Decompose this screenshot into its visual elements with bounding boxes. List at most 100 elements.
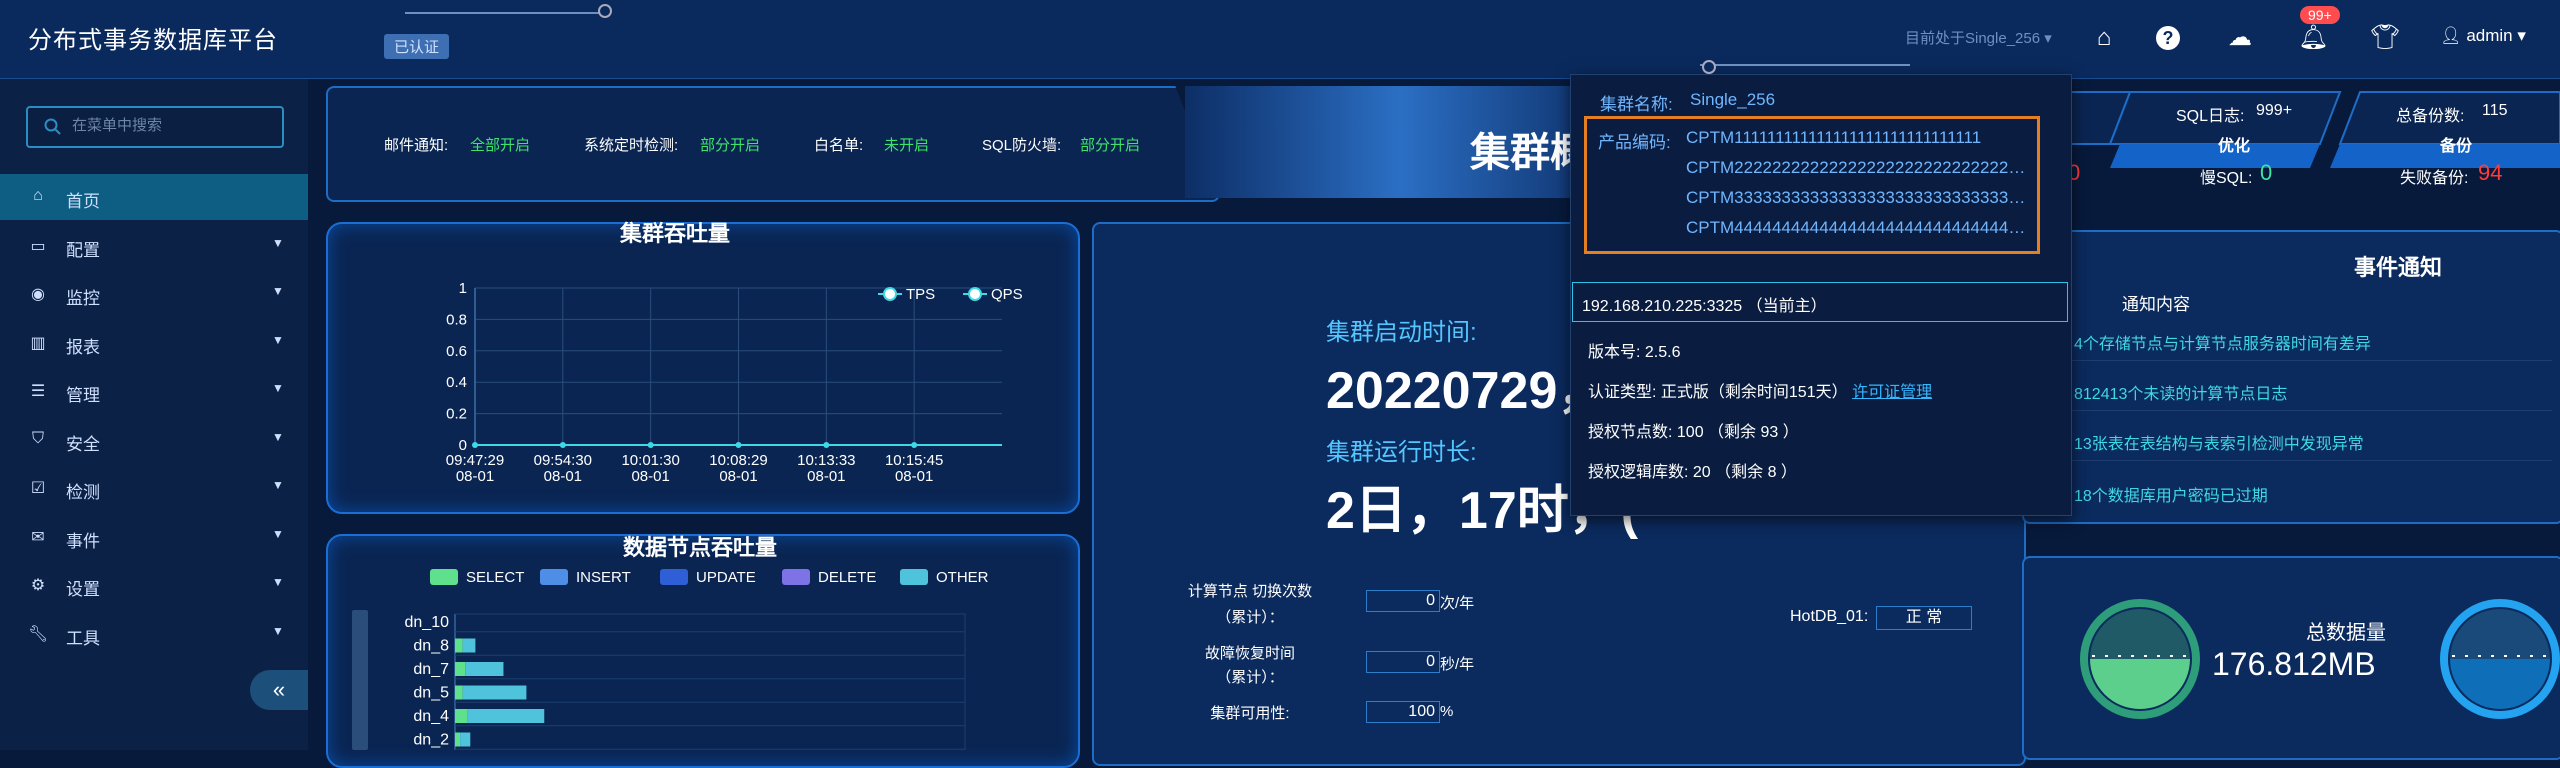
help-icon[interactable]: ? (2156, 26, 2180, 50)
cluster-throughput-title: 集群吞吐量 (620, 221, 731, 246)
product-code: CPTM33333333333333333333333333333333... (1686, 188, 2026, 207)
legend-label: DELETE (818, 569, 876, 586)
bar-segment (460, 732, 471, 747)
stat-label: 集群可用性: (1210, 705, 1290, 722)
node-throughput-chart: SELECT INSERT UPDATE DELETE OTHER dn_10 dn_8dn… (352, 569, 989, 750)
shirt-icon[interactable]: 👕︎ (2370, 24, 2400, 52)
y-tick-label: 0.8 (446, 311, 467, 328)
status-value: 部分开启 (1080, 137, 1141, 154)
legend-label: TPS (906, 286, 935, 303)
event-row[interactable]: 18个数据库用户密码已过期 (2074, 482, 2268, 506)
throughput-chart: 10.80.60.40.2009:47:2908-0109:54:3008-01… (446, 280, 1023, 485)
license-management-link[interactable]: 许可证管理 (1852, 384, 1932, 401)
category-label: dn_10 (405, 614, 450, 631)
legend-swatch (900, 569, 928, 585)
x-tick-time: 09:47:29 (446, 452, 504, 469)
bell-icon[interactable]: 🔔︎ (2298, 24, 2328, 52)
cluster-name-value: Single_256 (1690, 90, 1776, 109)
total-data-value: 176.812MB (2212, 646, 2376, 682)
optimize-tab[interactable]: 优化 (2218, 132, 2250, 156)
cloud-icon[interactable]: ☁ (2226, 24, 2254, 52)
event-row[interactable]: 812413个未读的计算节点日志 (2074, 380, 2287, 404)
product-code: CPTM22222222222222222222222222222222... (1686, 158, 2026, 177)
node-throughput-title: 数据节点吞吐量 (623, 535, 778, 560)
popup-decoration (1700, 64, 1910, 66)
y-tick-label: 1 (459, 280, 467, 297)
menu-search[interactable] (26, 106, 284, 148)
shield-icon: ⛉ (31, 429, 44, 447)
sidebar-item[interactable]: 🔧︎ 工具 ▼ (0, 611, 308, 657)
status-label: 邮件通知: (384, 137, 449, 154)
bar-segment (462, 685, 527, 700)
stat-label: （累计）： (1216, 609, 1284, 626)
bar-segment (455, 732, 461, 747)
caret-down-icon: ▼ (272, 284, 284, 298)
sidebar-item-label: 设置 (66, 580, 100, 599)
bar-segment (462, 638, 476, 653)
sidebar-item[interactable]: ☑ 检测 ▼ (0, 465, 308, 511)
sidebar-item[interactable]: ▭ 配置 ▼ (0, 223, 308, 269)
run-duration-label: 集群运行时长: (1326, 439, 1477, 466)
stat-unit: 秒/年 (1440, 656, 1475, 673)
auth-type-label: 认证类型: (1588, 384, 1657, 401)
auth-logic-db-line: 授权逻辑库数: 20 （剩余 8 ） (1588, 464, 1797, 481)
x-tick-date: 08-01 (719, 468, 757, 485)
cluster-selector[interactable]: 目前处于Single_256 ▾ (1905, 27, 2052, 48)
legend-marker (968, 287, 982, 301)
chart-scrollbar[interactable] (352, 610, 368, 750)
stat-unit: % (1440, 703, 1454, 720)
eye-icon: ◉ (31, 286, 45, 303)
data-point (911, 442, 918, 448)
divider (2032, 460, 2552, 461)
app-title: 分布式事务数据库平台 (28, 27, 278, 54)
caret-down-icon: ▼ (272, 381, 284, 395)
stat-value: 0 (1366, 651, 1440, 673)
sidebar-item[interactable]: ▥ 报表 ▼ (0, 320, 308, 366)
legend-label: QPS (991, 286, 1023, 303)
sidebar-item[interactable]: ⚙ 设置 ▼ (0, 562, 308, 608)
backup-count-label: 总备份数: (2396, 108, 2465, 125)
bar-segment (455, 662, 466, 676)
sidebar-item[interactable]: ◉ 监控 ▼ (0, 271, 308, 317)
x-tick-time: 10:01:30 (621, 452, 679, 469)
cluster-selector-label: 目前处于Single_256 (1905, 30, 2041, 47)
x-tick-time: 10:08:29 (709, 452, 767, 469)
auth-type-value: 正式版（剩余时间151天） (1660, 384, 1848, 401)
caret-down-icon: ▼ (272, 623, 284, 638)
category-label: dn_5 (413, 685, 449, 702)
sidebar-item[interactable]: ⌂ 首页 (0, 174, 308, 220)
user-menu[interactable]: 👤︎ admin ▾ (2440, 26, 2526, 46)
bar-segment (455, 709, 468, 723)
search-input[interactable] (70, 116, 274, 135)
popup-decoration-dot (1702, 60, 1716, 74)
sidebar-item-label: 工具 (66, 628, 100, 648)
sidebar-item-label: 配置 (66, 240, 100, 260)
sidebar-item[interactable]: ☰ 管理 ▼ (0, 368, 308, 414)
caret-down-icon: ▼ (272, 478, 284, 492)
header-decoration (405, 0, 605, 14)
legend-swatch (782, 569, 810, 585)
caret-down-icon: ▼ (272, 575, 284, 589)
status-label: 系统定时检测: (584, 137, 679, 154)
bar-segment (455, 638, 463, 653)
stat-value: 0 (1366, 590, 1440, 612)
caret-down-icon: ▼ (272, 526, 284, 541)
home-icon[interactable]: ⌂ (2090, 24, 2118, 52)
status-value: 部分开启 (700, 137, 761, 154)
data-point (823, 442, 830, 448)
home-icon: ⌂ (33, 187, 43, 204)
backup-tab[interactable]: 备份 (2440, 132, 2472, 156)
sidebar-item[interactable]: ⛉ 安全 ▼ (0, 417, 308, 463)
category-label: dn_2 (413, 732, 449, 749)
category-label: dn_4 (413, 708, 449, 725)
legend-swatch (430, 569, 458, 585)
sidebar-item[interactable]: ✉ 事件 ▼ (0, 514, 308, 560)
failed-backup-value: 94 (2478, 160, 2503, 185)
stat-unit: 次/年 (1440, 595, 1475, 612)
compute-node-label: HotDB_01: (1790, 608, 1869, 625)
x-tick-time: 10:13:33 (797, 452, 855, 469)
slow-sql-label: 慢SQL: (2200, 170, 2253, 187)
event-row[interactable]: 13张表在表结构与表索引检测中发现异常 (2074, 430, 2364, 454)
event-row[interactable]: 4个存储节点与计算节点服务器时间有差异 (2074, 330, 2371, 354)
collapse-sidebar-button[interactable]: « (250, 670, 308, 710)
